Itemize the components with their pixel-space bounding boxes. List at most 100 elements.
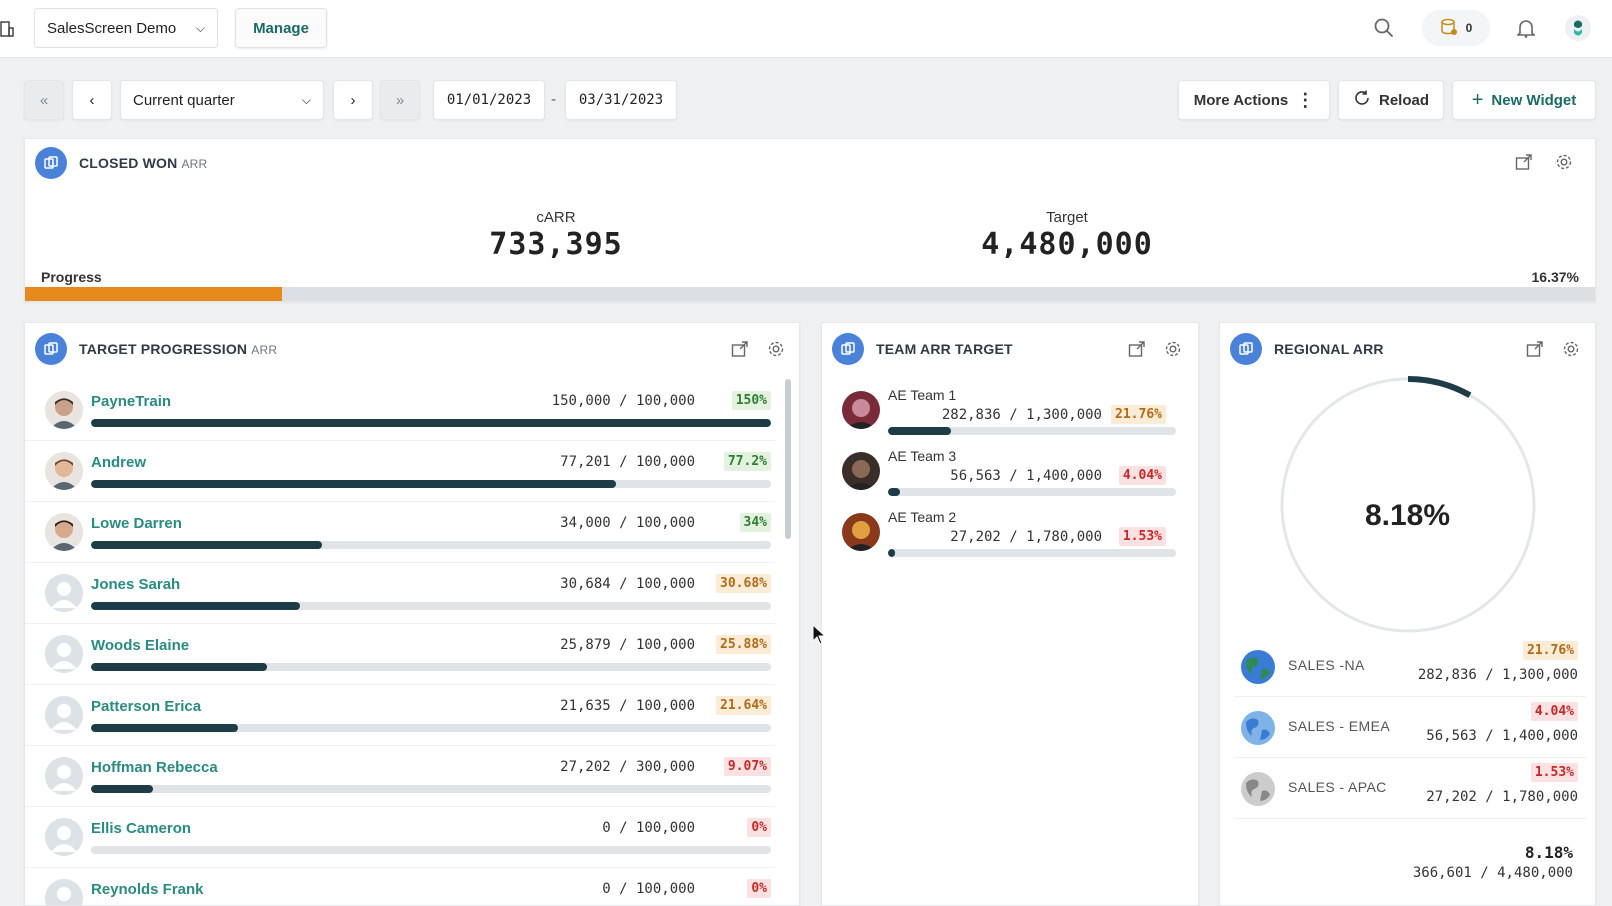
chevron-right-icon: › (350, 91, 356, 109)
target-progression-title: TARGET PROGRESSION (79, 341, 248, 357)
previous-period-button[interactable]: ‹ (72, 80, 112, 120)
progress-bar-fill (888, 549, 896, 557)
new-widget-button[interactable]: + New Widget (1452, 80, 1596, 120)
more-actions-button[interactable]: More Actions ⋮ (1178, 80, 1330, 120)
region-name: SALES - EMEA (1288, 718, 1391, 734)
progress-bar (91, 541, 771, 549)
gear-icon[interactable] (765, 338, 787, 360)
bell-icon[interactable] (1512, 14, 1540, 42)
date-from-field[interactable]: 01/01/2023 (433, 80, 545, 120)
avatar (45, 391, 83, 429)
progress-label: Progress (41, 269, 102, 285)
regional-arr-card: REGIONAL ARR 8.18% SALES -NA 21.76% 282,83… (1219, 322, 1596, 906)
percent-badge: 0% (747, 879, 771, 898)
team-avatar (842, 452, 880, 490)
widget-icon (35, 147, 67, 179)
reload-icon (1353, 89, 1371, 111)
progress-bar (91, 480, 771, 488)
progress-bar (25, 287, 1595, 301)
target-progression-card: TARGET PROGRESSION ARR PayneTrain 150,000 … (24, 322, 800, 906)
carr-value: 733,395 (489, 227, 623, 262)
avatar (45, 452, 83, 490)
team-name: AE Team 1 (888, 387, 957, 403)
progress-bar-fill (888, 488, 900, 496)
manage-button[interactable]: Manage (235, 8, 327, 48)
person-name[interactable]: Ellis Cameron (91, 820, 191, 837)
progress-bar (91, 419, 771, 427)
user-avatar[interactable] (1564, 14, 1592, 42)
coins-badge[interactable]: 0 (1422, 10, 1490, 46)
avatar (45, 696, 83, 734)
progress-bar (888, 427, 1176, 435)
regional-total-values: 366,601 / 4,480,000 (1412, 865, 1573, 881)
progress-values: 77,201 / 100,000 (560, 454, 695, 470)
avatar (45, 879, 83, 905)
export-icon[interactable] (1524, 338, 1546, 360)
gear-icon[interactable] (1560, 338, 1582, 360)
closed-won-subtitle: ARR (181, 157, 208, 171)
person-name[interactable]: Andrew (91, 454, 146, 471)
chevron-left-icon: ‹ (89, 91, 95, 109)
person-name[interactable]: Patterson Erica (91, 698, 201, 715)
progress-bar (91, 846, 771, 854)
export-icon[interactable] (729, 338, 751, 360)
person-name[interactable]: Woods Elaine (91, 637, 189, 654)
list-item: AE Team 2 27,202 / 1,780,000 1.53% (822, 501, 1188, 563)
app-name: SalesScreen Demo (47, 19, 177, 37)
avatar (45, 757, 83, 795)
mouse-cursor-icon (812, 623, 828, 646)
period-select[interactable]: Current quarter ⌵ (120, 80, 324, 120)
date-to-field[interactable]: 03/31/2023 (565, 80, 677, 120)
last-period-button[interactable]: » (380, 80, 420, 120)
globe-icon (1240, 649, 1276, 685)
search-icon[interactable] (1370, 14, 1398, 42)
person-name[interactable]: Hoffman Rebecca (91, 759, 218, 776)
card-title: CLOSED WON ARR (79, 155, 207, 171)
percent-badge: 25.88% (716, 635, 771, 654)
percent-badge: 1.53% (1118, 527, 1166, 546)
app-selector[interactable]: SalesScreen Demo ⌵ (34, 8, 218, 48)
list-item: AE Team 1 282,836 / 1,300,000 21.76% (822, 379, 1188, 441)
gear-icon[interactable] (1162, 338, 1184, 360)
person-name[interactable]: Jones Sarah (91, 576, 180, 593)
team-arr-title: TEAM ARR TARGET (876, 341, 1013, 357)
double-chevron-left-icon: « (39, 91, 49, 109)
export-icon[interactable] (1126, 338, 1148, 360)
list-item: Woods Elaine 25,879 / 100,000 25.88% (25, 623, 775, 685)
closed-won-title: CLOSED WON (79, 155, 178, 171)
next-period-button[interactable]: › (333, 80, 373, 120)
carr-label: cARR (536, 209, 576, 226)
percent-badge: 1.53% (1530, 763, 1578, 782)
gear-icon[interactable] (1553, 151, 1575, 173)
person-name[interactable]: Lowe Darren (91, 515, 182, 532)
team-name: AE Team 2 (888, 509, 957, 525)
new-widget-label: New Widget (1491, 91, 1577, 109)
reload-label: Reload (1378, 91, 1429, 109)
progress-bar-fill (888, 427, 951, 435)
team-avatar (842, 391, 880, 429)
globe-icon (1240, 710, 1276, 746)
dashboard-icon[interactable] (0, 20, 18, 40)
progress-bar (888, 488, 1176, 496)
progress-values: 150,000 / 100,000 (551, 393, 695, 409)
progress-bar-fill (25, 287, 282, 301)
progress-values: 25,879 / 100,000 (560, 637, 695, 653)
progress-bar (91, 785, 771, 793)
list-item: Andrew 77,201 / 100,000 77.2% (25, 440, 775, 502)
progress-bar-fill (91, 602, 300, 610)
person-name[interactable]: Reynolds Frank (91, 881, 204, 898)
percent-badge: 4.04% (1530, 702, 1578, 721)
scrollbar[interactable] (785, 379, 791, 539)
team-values: 282,836 / 1,300,000 (941, 407, 1102, 423)
first-period-button[interactable]: « (24, 80, 64, 120)
team-values: 27,202 / 1,780,000 (950, 529, 1102, 545)
progress-bar-fill (91, 724, 239, 732)
progress-values: 34,000 / 100,000 (560, 515, 695, 531)
person-name[interactable]: PayneTrain (91, 393, 171, 410)
target-label: Target (1046, 209, 1088, 226)
widget-icon (1230, 333, 1262, 365)
target-progression-subtitle: ARR (251, 343, 278, 357)
gauge-percent: 8.18% (1364, 499, 1451, 532)
reload-button[interactable]: Reload (1338, 80, 1444, 120)
export-icon[interactable] (1513, 151, 1535, 173)
